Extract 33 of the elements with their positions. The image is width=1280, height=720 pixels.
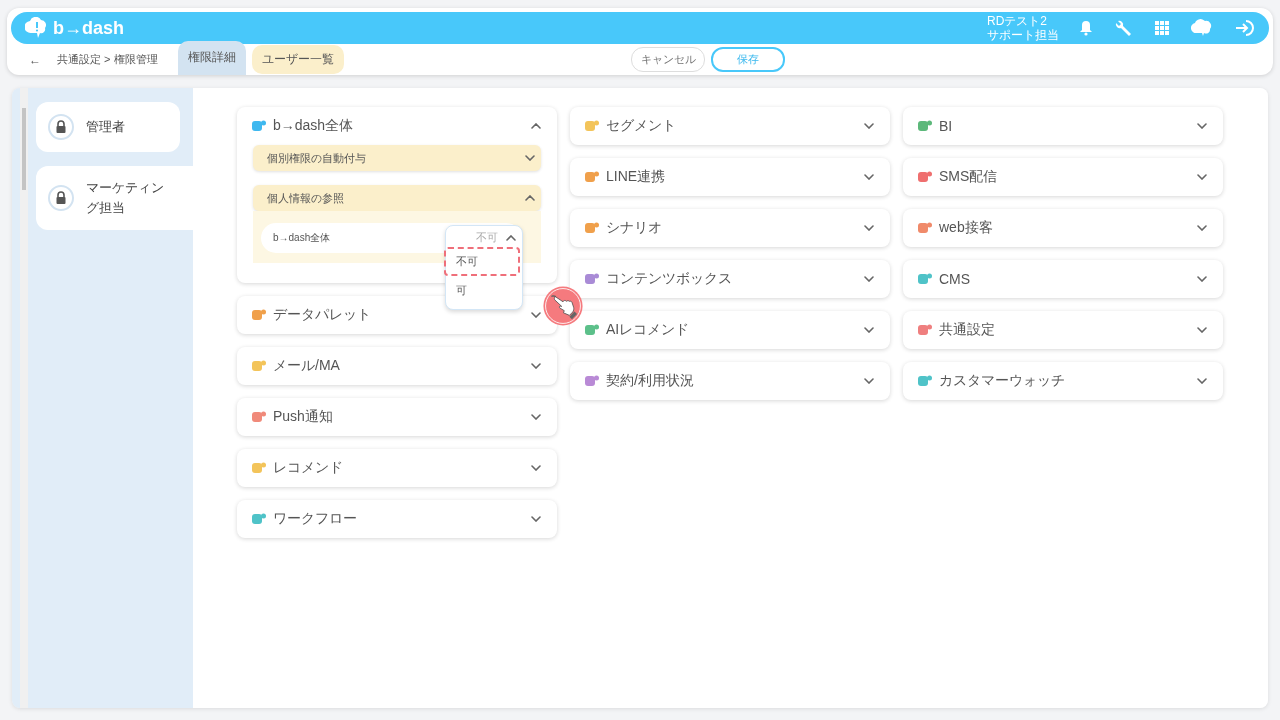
section-title[interactable]: コンテンツボックス bbox=[606, 270, 858, 288]
user-name: RDテスト2 bbox=[987, 14, 1048, 28]
section-title[interactable]: CMS bbox=[939, 271, 1191, 287]
section-title[interactable]: シナリオ bbox=[606, 219, 858, 237]
section-title[interactable]: b→dash全体 bbox=[273, 117, 525, 135]
dropdown-value: 不可 bbox=[476, 230, 498, 245]
tab[interactable]: ユーザー一覧 bbox=[251, 45, 344, 74]
dropdown-option[interactable]: 可 bbox=[444, 276, 520, 305]
section-title[interactable]: Push通知 bbox=[273, 408, 525, 426]
user-role: サポート担当 bbox=[987, 28, 1059, 42]
section-title[interactable]: 共通設定 bbox=[939, 321, 1191, 339]
subsection-header[interactable]: 個別権限の自動付与 bbox=[253, 145, 541, 171]
sidebar-item[interactable]: マーケティング担当 bbox=[36, 166, 193, 230]
section-title[interactable]: BI bbox=[939, 118, 1191, 134]
section-title[interactable]: LINE連携 bbox=[606, 168, 858, 186]
back-button[interactable]: ← bbox=[21, 52, 49, 67]
breadcrumb: 共通設定 > 権限管理 bbox=[57, 52, 158, 67]
cancel-button[interactable]: キャンセル bbox=[631, 47, 705, 72]
section-title[interactable]: メール/MA bbox=[273, 357, 525, 375]
section-title[interactable]: web接客 bbox=[939, 219, 1191, 237]
dropdown-option[interactable]: 不可 bbox=[444, 247, 520, 276]
section-title[interactable]: AIレコメンド bbox=[606, 321, 858, 339]
subsection-header[interactable]: 個人情報の参照 bbox=[253, 185, 541, 211]
section-title[interactable]: ワークフロー bbox=[273, 510, 525, 528]
logo-text: b→dash bbox=[53, 17, 124, 39]
section-title[interactable]: カスタマーウォッチ bbox=[939, 372, 1191, 390]
section-title[interactable]: レコメンド bbox=[273, 459, 525, 477]
section-title[interactable]: 契約/利用状況 bbox=[606, 372, 858, 390]
section-title[interactable]: セグメント bbox=[606, 117, 858, 135]
dropdown-menu[interactable]: 不可 不可 可 bbox=[445, 225, 523, 310]
sidebar-item[interactable]: 管理者 bbox=[36, 102, 180, 152]
section-title[interactable]: SMS配信 bbox=[939, 168, 1191, 186]
tab[interactable]: 権限詳細 bbox=[177, 41, 246, 75]
